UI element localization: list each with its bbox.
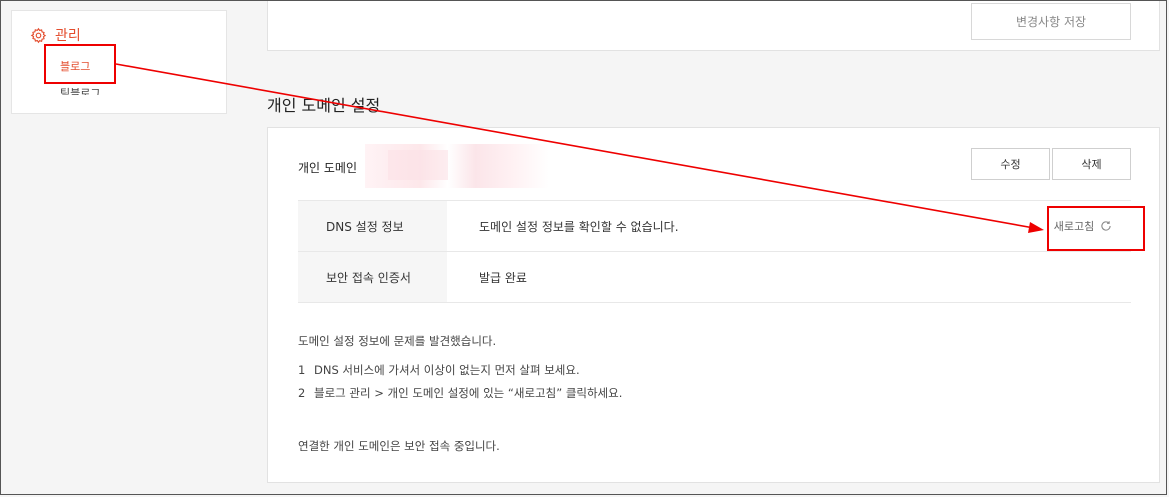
domain-info-table: DNS 설정 정보 도메인 설정 정보를 확인할 수 없습니다. 새로고침 보안… bbox=[298, 200, 1131, 303]
section-title: 개인 도메인 설정 bbox=[267, 96, 381, 115]
gear-icon bbox=[30, 27, 47, 43]
sidebar-item-teamblog[interactable]: 팀블로그 bbox=[60, 83, 100, 95]
row-value-ssl: 발급 완료 bbox=[479, 270, 527, 285]
step-text: DNS 서비스에 가셔서 이상이 없는지 먼저 살펴 보세요. bbox=[314, 363, 580, 377]
highlight-box-refresh bbox=[1047, 206, 1145, 251]
edit-domain-button[interactable]: 수정 bbox=[971, 148, 1050, 180]
notes-step: 2 블로그 관리 > 개인 도메인 설정에 있는 “새로고침” 클릭하세요. bbox=[298, 385, 622, 401]
domain-label: 개인 도메인 bbox=[298, 161, 358, 175]
step-text: 블로그 관리 > 개인 도메인 설정에 있는 “새로고침” 클릭하세요. bbox=[314, 386, 623, 400]
notes-footer: 연결한 개인 도메인은 보안 접속 중입니다. bbox=[298, 439, 500, 453]
row-key-dns: DNS 설정 정보 bbox=[298, 201, 447, 251]
notes-title: 도메인 설정 정보에 문제를 발견했습니다. bbox=[298, 334, 497, 348]
sidebar-header[interactable]: 관리 bbox=[30, 25, 81, 45]
row-key-ssl: 보안 접속 인증서 bbox=[298, 252, 447, 302]
highlight-box-blog bbox=[44, 44, 116, 84]
save-changes-button[interactable]: 변경사항 저장 bbox=[971, 3, 1131, 40]
table-row: DNS 설정 정보 도메인 설정 정보를 확인할 수 없습니다. 새로고침 bbox=[298, 201, 1131, 252]
notes-step: 1 DNS 서비스에 가셔서 이상이 없는지 먼저 살펴 보세요. bbox=[298, 362, 580, 378]
table-row: 보안 접속 인증서 발급 완료 bbox=[298, 252, 1131, 303]
delete-domain-button[interactable]: 삭제 bbox=[1052, 148, 1131, 180]
domain-settings-card: 개인 도메인 수정 삭제 DNS 설정 정보 도메인 설정 정보를 확인할 수 … bbox=[267, 127, 1160, 483]
row-value-dns: 도메인 설정 정보를 확인할 수 없습니다. bbox=[479, 219, 679, 234]
top-settings-card: 변경사항 저장 bbox=[267, 0, 1160, 51]
step-number: 1 bbox=[298, 363, 306, 377]
step-number: 2 bbox=[298, 386, 306, 400]
redacted-domain-value-overlay bbox=[388, 150, 448, 180]
sidebar-header-label: 관리 bbox=[55, 28, 81, 44]
